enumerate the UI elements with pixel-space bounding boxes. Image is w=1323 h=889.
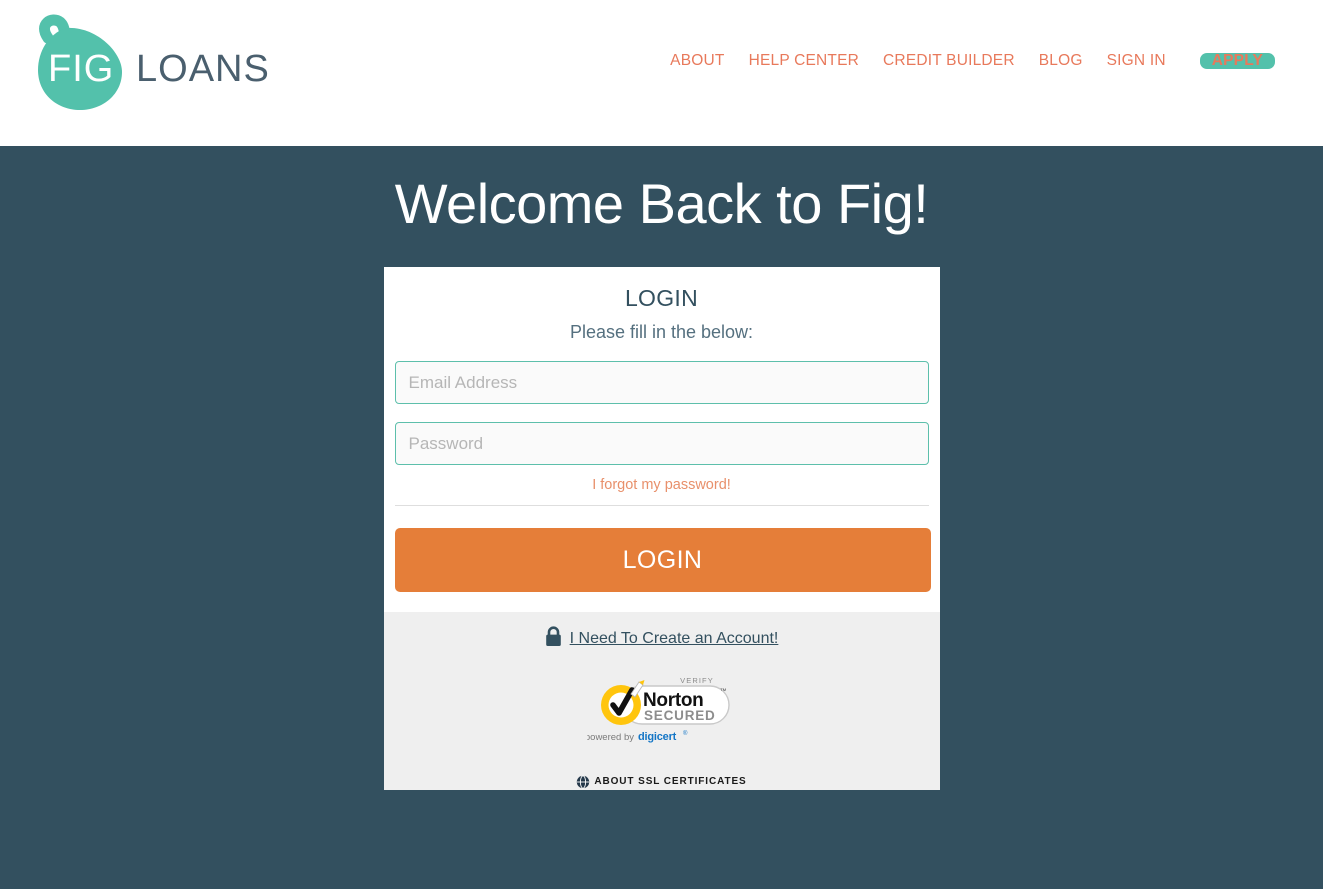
login-card-footer: I Need To Create an Account! VERIFY Nort… xyxy=(383,612,940,791)
logo-fig-loans[interactable]: FIG LOANS xyxy=(18,8,269,123)
password-field[interactable] xyxy=(394,422,929,466)
login-card-body: LOGIN Please fill in the below: I forgot… xyxy=(383,267,940,613)
norton-verify-text: VERIFY xyxy=(680,676,714,685)
apply-button[interactable]: APPLY xyxy=(1199,53,1275,69)
digicert-text: digicert xyxy=(638,731,677,743)
forgot-password-link[interactable]: I forgot my password! xyxy=(592,477,731,493)
globe-icon xyxy=(577,775,590,789)
digicert-trademark: ® xyxy=(683,730,688,737)
norton-powered-by-text: powered by xyxy=(587,732,634,743)
create-account-link[interactable]: I Need To Create an Account! xyxy=(570,630,779,648)
about-ssl-row[interactable]: ABOUT SSL CERTIFICATES xyxy=(384,775,940,790)
logo-mark-text: FIG xyxy=(48,48,114,90)
about-ssl-text: ABOUT SSL CERTIFICATES xyxy=(594,775,747,787)
login-submit-button[interactable]: LOGIN xyxy=(394,528,931,593)
email-field[interactable] xyxy=(394,361,929,405)
norton-trademark: ™ xyxy=(720,688,727,695)
login-card: LOGIN Please fill in the below: I forgot… xyxy=(383,267,940,791)
main-nav: ABOUT HELP CENTER CREDIT BUILDER BLOG SI… xyxy=(658,52,1275,70)
page-title: Welcome Back to Fig! xyxy=(394,172,929,235)
nav-help-center[interactable]: HELP CENTER xyxy=(737,52,871,70)
nav-blog[interactable]: BLOG xyxy=(1027,52,1095,70)
nav-sign-in[interactable]: SIGN IN xyxy=(1095,52,1178,70)
forgot-password-row: I forgot my password! xyxy=(395,476,929,494)
norton-badge-svg: VERIFY Norton ™ SECURED powered by digic… xyxy=(587,676,730,743)
norton-secured-badge[interactable]: VERIFY Norton ™ SECURED powered by digic… xyxy=(384,674,940,752)
login-subtitle: Please fill in the below: xyxy=(569,322,754,343)
lock-icon xyxy=(545,626,562,652)
nav-credit-builder[interactable]: CREDIT BUILDER xyxy=(871,52,1027,70)
login-heading: LOGIN xyxy=(624,285,699,312)
form-divider xyxy=(394,505,929,507)
nav-about[interactable]: ABOUT xyxy=(658,52,736,70)
create-account-row: I Need To Create an Account! xyxy=(384,626,940,652)
norton-secured-text: SECURED xyxy=(644,708,716,723)
site-header: FIG LOANS ABOUT HELP CENTER CREDIT BUILD… xyxy=(0,0,1323,146)
logo-word-text: LOANS xyxy=(136,48,268,90)
hero-section: Welcome Back to Fig! LOGIN Please fill i… xyxy=(0,146,1323,791)
logo-svg: FIG LOANS xyxy=(38,14,269,110)
